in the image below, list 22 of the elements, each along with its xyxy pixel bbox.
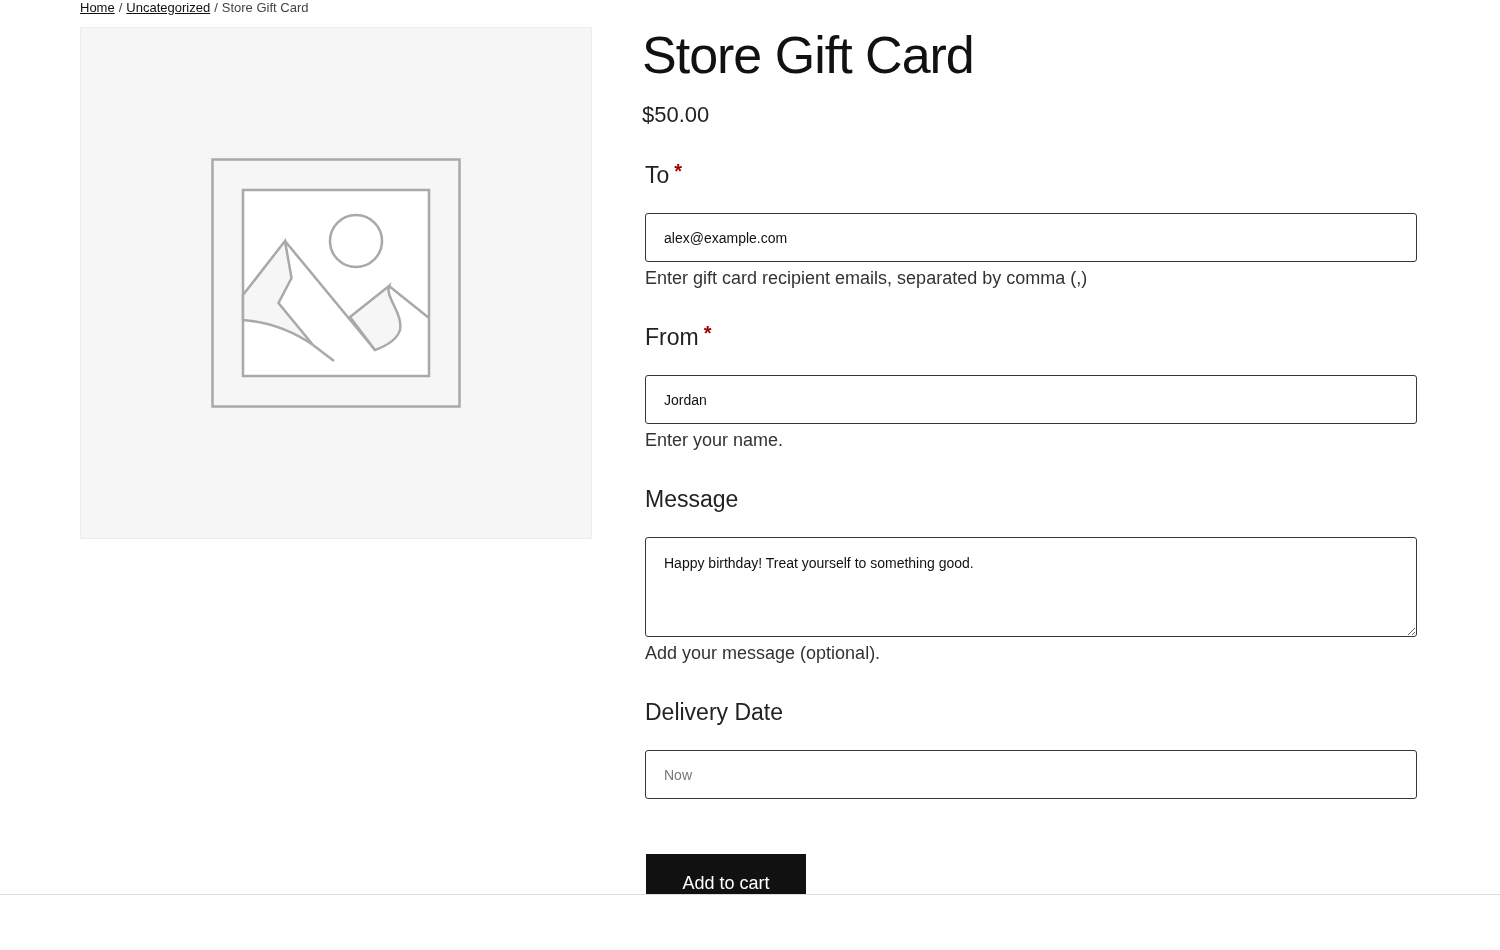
breadcrumb-link[interactable]: Uncategorized xyxy=(126,0,211,16)
required-mark: * xyxy=(703,321,712,345)
required-mark: * xyxy=(674,159,683,183)
product-price: $50.00 xyxy=(642,101,711,129)
field-label: To xyxy=(645,161,670,190)
help-text: Enter your name. xyxy=(645,429,785,452)
field-label: Message xyxy=(645,485,739,514)
message-field[interactable]: Happy birthday! Treat yourself to something good. xyxy=(645,537,1417,637)
input-field[interactable]: Now xyxy=(645,750,1417,799)
breadcrumb-separator: / xyxy=(214,0,218,16)
breadcrumb-current: Store Gift Card xyxy=(221,0,309,16)
input-field[interactable]: alex@example.com xyxy=(645,213,1417,262)
add-to-cart-button[interactable]: Add to cart xyxy=(646,854,806,894)
field-label: From xyxy=(645,323,699,352)
field-label: Delivery Date xyxy=(645,698,784,727)
breadcrumb-link[interactable]: Home xyxy=(80,0,115,16)
breadcrumb-separator: / xyxy=(118,0,123,16)
help-text: Add your message (optional). xyxy=(645,642,882,665)
help-text: Enter gift card recipient emails, separated by comma (,) xyxy=(645,267,1089,290)
input-field[interactable]: Jordan xyxy=(645,375,1417,424)
product-title: Store Gift Card xyxy=(642,27,975,83)
image-placeholder-icon xyxy=(211,158,461,408)
